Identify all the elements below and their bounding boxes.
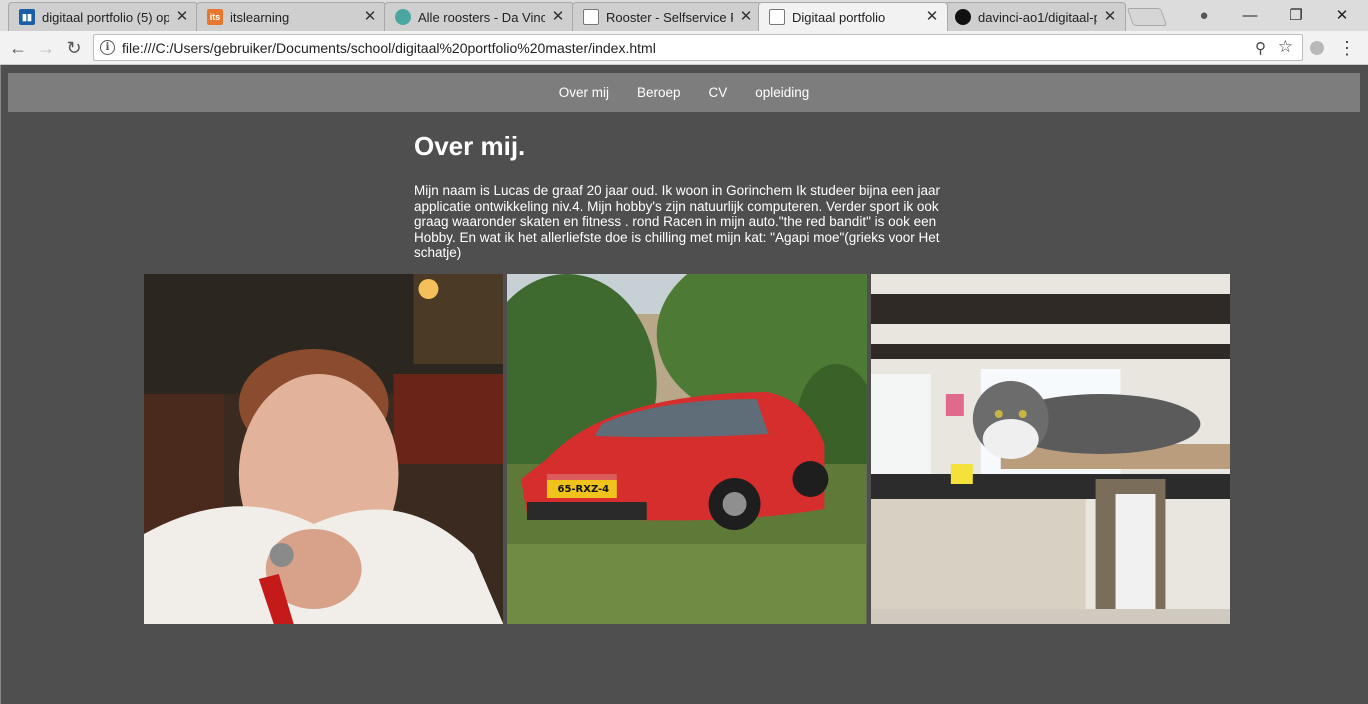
minimize-icon[interactable]: —	[1227, 0, 1273, 30]
reload-icon[interactable]: ↻	[62, 36, 86, 60]
profile-icon[interactable]: ●	[1194, 5, 1214, 25]
window-close-icon[interactable]: ✕	[1319, 0, 1365, 30]
github-icon	[955, 9, 971, 25]
tab-trello[interactable]: ▮▮ digitaal portfolio (5) op ✕	[8, 2, 198, 31]
close-icon[interactable]: ✕	[363, 9, 377, 24]
address-bar[interactable]: i file:///C:/Users/gebruiker/Documents/s…	[93, 34, 1303, 61]
tab-itslearning[interactable]: its itslearning ✕	[196, 2, 386, 31]
page-title: Over mij.	[414, 131, 526, 161]
cat-photo	[870, 274, 1230, 624]
intro-text: Mijn naam is Lucas de graaf 20 jaar oud.…	[414, 183, 941, 260]
tab-title: digitaal portfolio (5) op	[42, 9, 169, 25]
itslearning-icon: its	[207, 9, 223, 25]
photo-gallery: 65-RXZ-4	[144, 274, 1230, 624]
info-icon[interactable]: i	[100, 40, 115, 55]
davinci-icon	[395, 9, 411, 25]
license-plate: 65-RXZ-4	[557, 484, 610, 495]
page-icon	[583, 9, 599, 25]
close-icon[interactable]: ✕	[739, 9, 753, 24]
tab-github[interactable]: davinci-ao1/digitaal-po ✕	[944, 2, 1126, 31]
tab-davinci-roosters[interactable]: Alle roosters - Da Vinci C ✕	[384, 2, 574, 31]
nav-link-opleiding[interactable]: opleiding	[755, 85, 809, 100]
nav-link-over-mij[interactable]: Over mij	[559, 85, 609, 100]
close-icon[interactable]: ✕	[551, 9, 565, 24]
red-car-photo: 65-RXZ-4	[507, 274, 867, 624]
browser-toolbar: ← → ↻ i file:///C:/Users/gebruiker/Docum…	[0, 31, 1368, 65]
menu-icon[interactable]: ⋮	[1338, 36, 1356, 60]
site-nav: Over mij Beroep CV opleiding	[8, 73, 1360, 112]
tab-title: itslearning	[230, 9, 290, 25]
tab-strip: ▮▮ digitaal portfolio (5) op ✕ its itsle…	[0, 0, 1368, 31]
forward-icon[interactable]: →	[34, 36, 58, 60]
nav-link-cv[interactable]: CV	[708, 85, 727, 100]
new-tab-button[interactable]	[1126, 8, 1168, 26]
bookmark-star-icon[interactable]: ☆	[1278, 37, 1293, 57]
tab-title: Alle roosters - Da Vinci C	[418, 9, 545, 25]
zoom-icon[interactable]: ⚲	[1255, 39, 1266, 57]
extension-icon[interactable]	[1310, 41, 1324, 55]
close-icon[interactable]: ✕	[175, 9, 189, 24]
tab-digitaal-portfolio[interactable]: Digitaal portfolio ✕	[758, 2, 948, 31]
restore-icon[interactable]: ❐	[1273, 0, 1319, 30]
url-text[interactable]: file:///C:/Users/gebruiker/Documents/sch…	[122, 40, 656, 56]
nav-link-beroep[interactable]: Beroep	[637, 85, 681, 100]
tab-title: Digitaal portfolio	[792, 9, 886, 25]
trello-icon: ▮▮	[19, 9, 35, 25]
tab-rooster-selfservice[interactable]: Rooster - Selfservice Por ✕	[572, 2, 762, 31]
page-icon	[769, 9, 785, 25]
close-icon[interactable]: ✕	[1103, 9, 1117, 24]
back-icon[interactable]: ←	[6, 36, 30, 60]
tab-title: Rooster - Selfservice Por	[606, 9, 733, 25]
page-content: Over mij Beroep CV opleiding Over mij. M…	[0, 65, 1368, 704]
tab-title: davinci-ao1/digitaal-po	[978, 9, 1097, 25]
selfie-photo	[144, 274, 504, 624]
close-icon[interactable]: ✕	[925, 9, 939, 24]
